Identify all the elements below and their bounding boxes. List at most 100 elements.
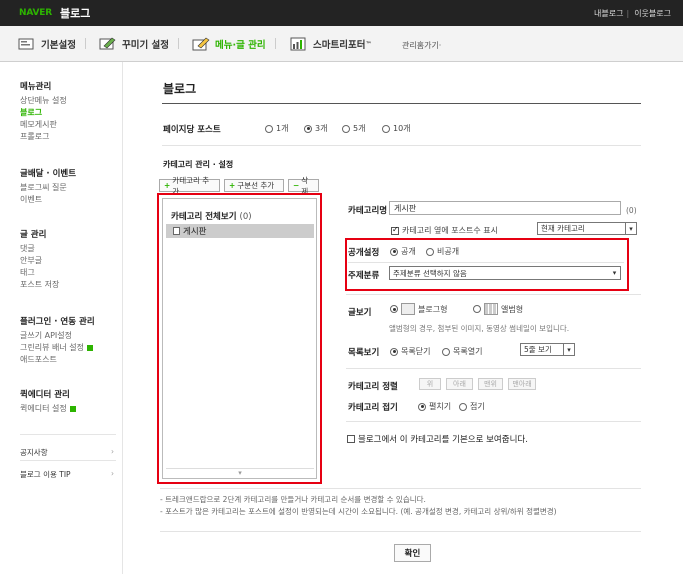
public-option-public[interactable]: 공개 [390,246,416,257]
category-name-count: (0) [626,206,637,215]
option-label: 공개 [401,247,416,256]
sort-down-button[interactable]: 아래 [446,378,473,390]
top-navigation-bar: NAVER 블로그 내블로그 | 이웃블로그 [0,0,683,26]
sidebar-item-blog[interactable]: 블로그 [20,107,67,119]
sidebar-item-quick-editor[interactable]: 퀵에디터 설정 [20,403,76,415]
category-sort-label: 카테고리 정렬 [348,382,398,392]
sidebar-group-plugin: 플러그인 · 연동 관리 글쓰기 API설정 그린리뷰 배너 설정 애드포스트 [20,315,95,366]
public-topic-highlight [345,238,629,291]
sidebar-item-label: 그린리뷰 배너 설정 [20,343,84,352]
sidebar-item-top-menu[interactable]: 상단메뉴 설정 [20,95,67,107]
posts-per-page-option-10[interactable]: 10개 [382,123,411,134]
sidebar-item-write-api[interactable]: 글쓰기 API설정 [20,330,95,342]
sidebar-item-label: 퀵에디터 설정 [20,404,67,413]
list-view-close[interactable]: 목록닫기 [390,346,430,357]
option-label: 10개 [393,124,411,133]
radio-icon [265,124,273,133]
category-name-label: 카테고리명 [348,206,388,216]
sidebar-item-memo-board[interactable]: 메모게시판 [20,119,67,131]
radio-icon [459,402,467,411]
post-count-scope-select[interactable]: 현재 카테고리 ▾ [537,222,637,235]
divider [20,460,116,461]
sidebar-notice-link[interactable]: 공지사항 › [20,447,116,458]
view-mode-album[interactable]: 앨범형 [473,303,523,315]
help-note: - 포스트가 많은 카테고리는 포스트에 설정이 반영되는데 시간이 소요됩니다… [160,507,557,516]
public-option-private[interactable]: 비공개 [426,246,459,257]
list-view-label: 목록보기 [348,348,380,358]
sort-top-button[interactable]: 맨위 [478,378,503,390]
menu-post-icon [192,37,210,51]
show-post-count-checkbox[interactable]: 카테고리 옆에 포스트수 표시 [391,225,498,236]
confirm-button[interactable]: 확인 [394,544,431,562]
list-view-open[interactable]: 목록열기 [442,346,482,357]
tab-menu-post-manage[interactable]: 메뉴·글 관리 [192,35,276,53]
blog-logo[interactable]: 블로그 [60,5,90,21]
chevron-down-icon: ▾ [625,223,636,234]
naver-logo[interactable]: NAVER [19,8,52,18]
decorate-icon [99,37,117,51]
sidebar-group-title: 메뉴관리 [20,82,52,92]
option-label: 목록열기 [453,347,483,356]
button-label: 구분선 추가 [237,181,275,190]
basic-settings-icon [18,37,36,51]
sort-bottom-button[interactable]: 맨아래 [508,378,536,390]
sidebar-item-green-review[interactable]: 그린리뷰 배너 설정 [20,342,95,354]
tab-decorate-settings[interactable]: 꾸미기 설정 [99,35,180,53]
category-fold-label: 카테고리 접기 [348,403,398,413]
fold-option-expand[interactable]: 펼치기 [418,401,451,412]
radio-icon [442,347,450,356]
chevron-down-icon: ▾ [238,469,242,477]
chevron-right-icon: › [111,447,114,456]
neighbor-blog-link[interactable]: 이웃블로그 [634,9,671,18]
category-tree-header[interactable]: 카테고리 전체보기 (0) [171,210,252,222]
posts-per-page-option-1[interactable]: 1개 [265,123,288,134]
sidebar-item-guestbook[interactable]: 안부글 [20,255,59,267]
radio-selected-icon [390,347,398,356]
delete-category-button[interactable]: − 삭제 [288,176,319,196]
option-label: 접기 [470,402,485,411]
add-category-button[interactable]: + 카테고리 추가 [159,176,220,196]
category-item-selected[interactable]: 게시판 [166,224,314,238]
divider [346,294,641,295]
category-name-input[interactable]: 게시판 [389,201,621,215]
sidebar-item-tags[interactable]: 태그 [20,267,59,279]
sort-up-button[interactable]: 위 [419,378,441,390]
sidebar-item-post-save[interactable]: 포스트 저장 [20,279,59,291]
sidebar-group-title: 글배달 · 이벤트 [20,169,77,179]
list-rows-select[interactable]: 5줄 보기 ▾ [520,343,575,356]
posts-per-page-option-3[interactable]: 3개 [304,123,327,134]
tab-label: 꾸미기 설정 [122,40,170,51]
new-badge-icon [69,405,76,412]
sidebar-item-prologue[interactable]: 프롤로그 [20,131,67,143]
sidebar-item-blogc-question[interactable]: 블로그씨 질문 [20,182,76,194]
category-item-label: 게시판 [183,227,207,237]
page-title: 블로그 [163,82,197,96]
radio-selected-icon [390,305,398,313]
sidebar-item-adpost[interactable]: 애드포스트 [20,354,95,366]
document-icon [173,227,180,235]
sidebar-group-title: 퀵에디터 관리 [20,390,70,400]
select-value: 주제분류 선택하지 않음 [393,268,467,278]
public-setting-label: 공개설정 [348,248,380,258]
topic-select[interactable]: 주제분류 선택하지 않음 ▾ [389,266,621,280]
sidebar-foot-label: 블로그 이용 TIP [20,470,71,479]
radio-icon [342,124,350,133]
sidebar-tip-link[interactable]: 블로그 이용 TIP › [20,469,116,480]
sidebar-item-comments[interactable]: 댓글 [20,243,59,255]
fold-option-collapse[interactable]: 접기 [459,401,485,412]
default-category-checkbox[interactable]: 블로그에서 이 카테고리를 기본으로 보여줍니다. [347,433,528,445]
add-separator-button[interactable]: + 구분선 추가 [224,179,284,192]
tab-basic-settings[interactable]: 기본설정 [18,35,86,53]
expand-tree-handle[interactable]: ▾ [166,468,314,477]
sidebar-item-event[interactable]: 이벤트 [20,194,76,206]
trademark-mark: ™ [365,40,372,48]
my-blog-link[interactable]: 내블로그 [594,9,623,18]
tab-smart-reporter[interactable]: 스마트리포터 ™ [290,35,371,53]
chevron-down-icon: ▾ [612,268,617,277]
posts-per-page-option-5[interactable]: 5개 [342,123,365,134]
option-label: 3개 [315,124,328,133]
manage-home-link[interactable]: 관리홈가기· [402,40,441,51]
view-mode-blog[interactable]: 블로그형 [390,303,447,315]
blog-view-icon [401,303,415,315]
sidebar-group-menu-manage: 메뉴관리 상단메뉴 설정 블로그 메모게시판 프롤로그 [20,80,67,143]
